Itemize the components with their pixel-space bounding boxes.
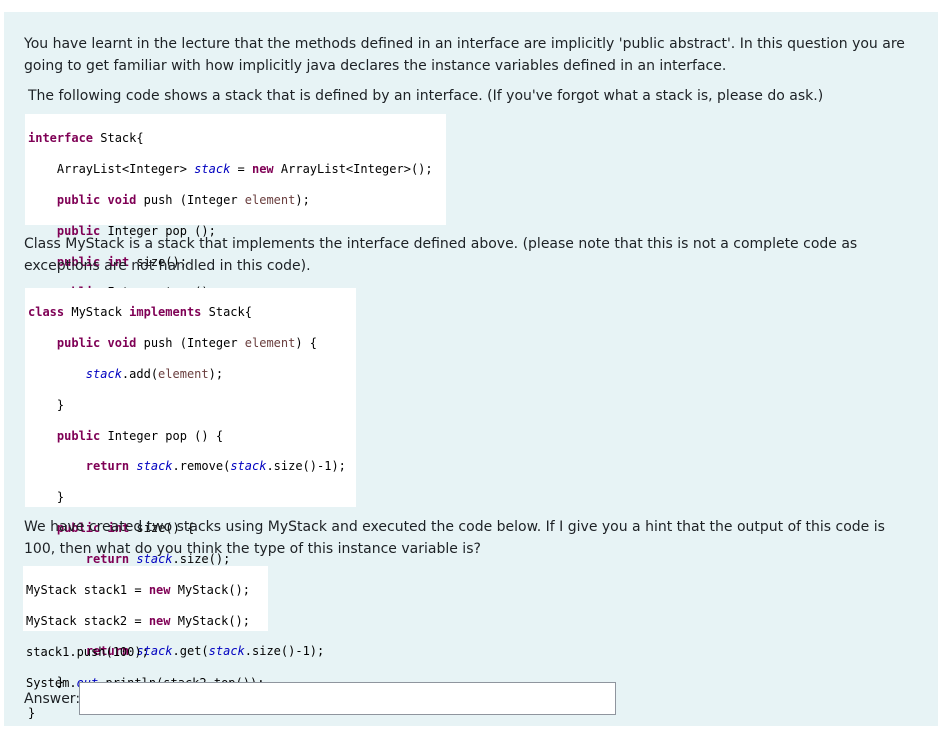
hint-text: We have created two stacks using MyStack… xyxy=(24,519,885,557)
code-line: public Integer pop () { xyxy=(56,428,224,443)
code-line: MyStack stack1 = new MyStack(); xyxy=(26,583,250,598)
class-code-block: class MyStack implements Stack{ public v… xyxy=(25,288,356,720)
code-line: public void push (Integer element) { xyxy=(56,336,318,351)
code-line: stack.add(element); xyxy=(85,367,224,382)
code-line: return stack.remove(stack.size()-1); xyxy=(85,459,346,474)
code-line: public void push (Integer element); xyxy=(56,193,310,208)
main-code-block: MyStack stack1 = new MyStack(); MyStack … xyxy=(23,566,268,690)
answer-input[interactable] xyxy=(79,682,616,715)
code-line: MyStack stack2 = new MyStack(); xyxy=(26,614,250,629)
code-line: ArrayList<Integer> stack = new ArrayList… xyxy=(28,162,433,177)
code-line: interface Stack{ xyxy=(28,131,144,146)
mystack-intro: Class MyStack is a stack that implements… xyxy=(24,236,858,274)
code-line: stack1.push(100); xyxy=(26,645,149,660)
code-line: } xyxy=(28,397,65,412)
answer-label: Answer: xyxy=(24,691,81,707)
stack-intro: The following code shows a stack that is… xyxy=(28,88,824,104)
question-intro: You have learnt in the lecture that the … xyxy=(24,36,905,74)
interface-code-block: interface Stack{ ArrayList<Integer> stac… xyxy=(25,114,446,330)
code-line: class MyStack implements Stack{ xyxy=(28,305,252,320)
code-line: } xyxy=(28,490,65,505)
